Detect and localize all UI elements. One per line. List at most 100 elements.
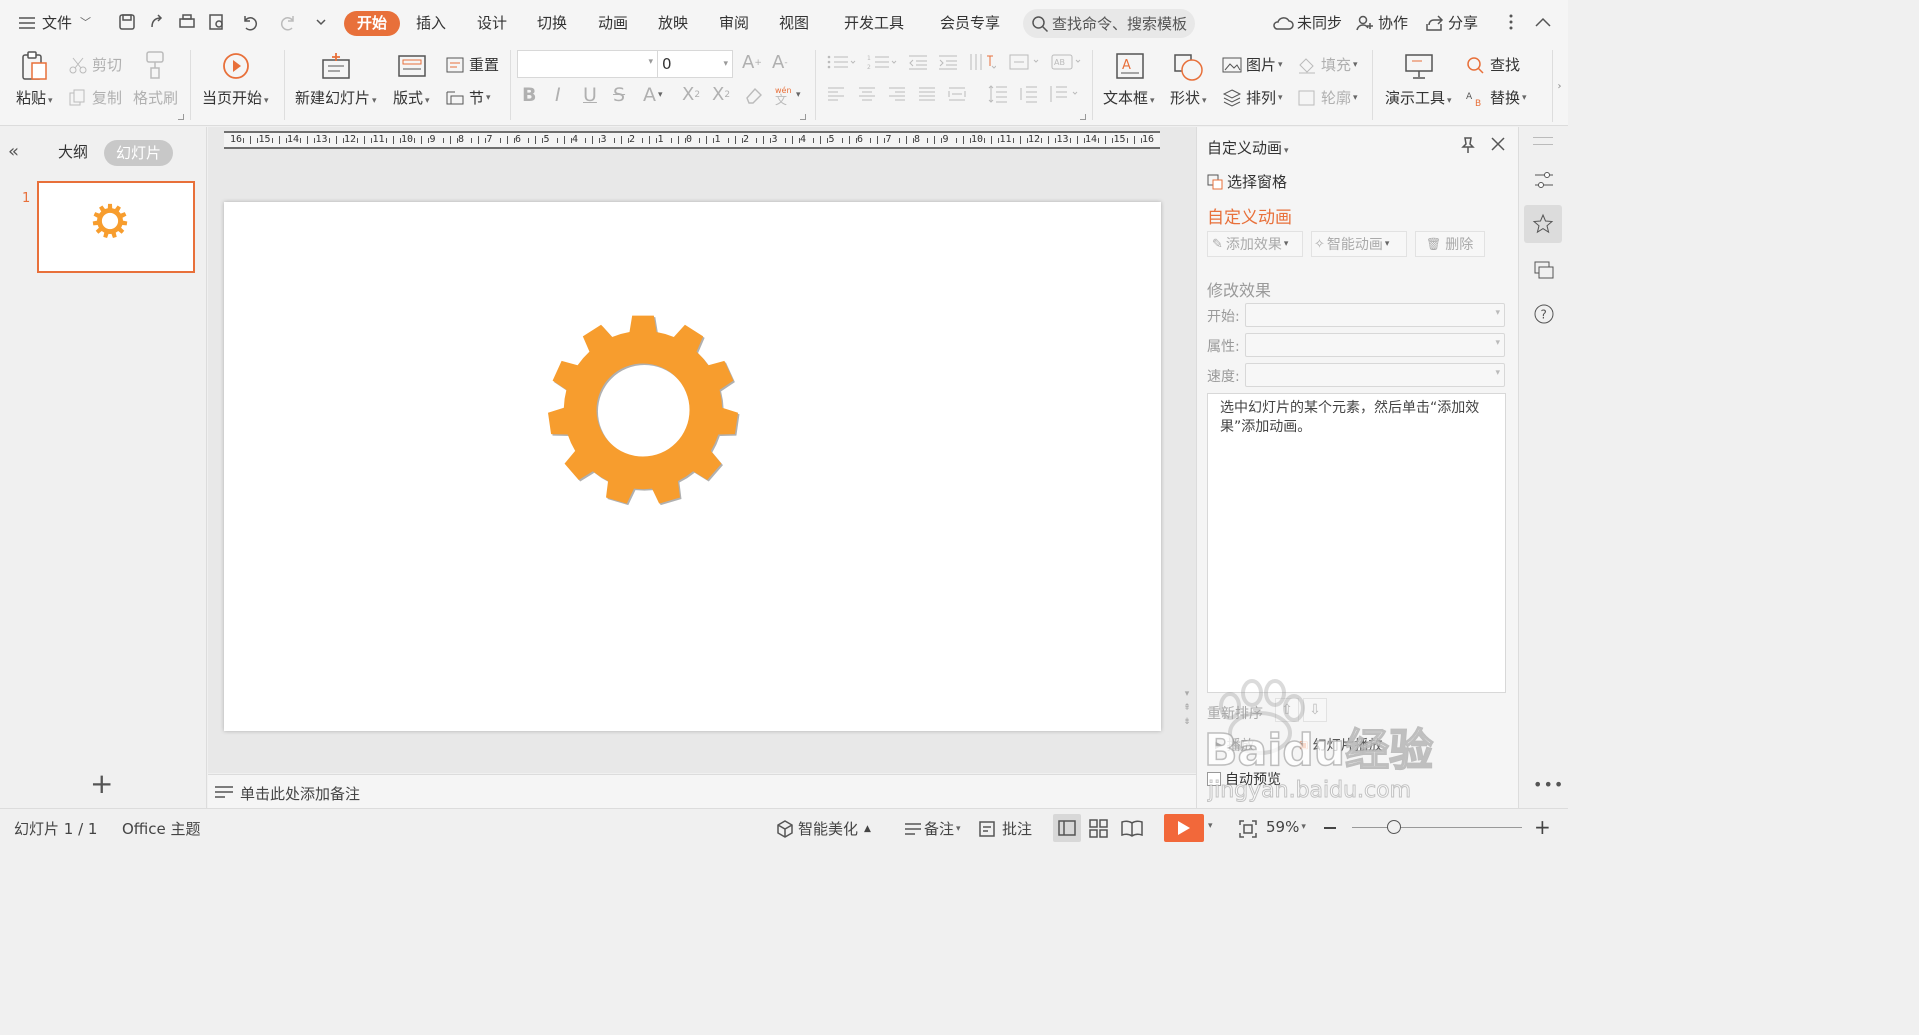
- format-painter-label[interactable]: 格式刷: [133, 87, 178, 108]
- clipboard-expand-icon[interactable]: [178, 114, 184, 120]
- align-right-icon[interactable]: [887, 86, 907, 102]
- slide-thumbnail[interactable]: [37, 181, 195, 273]
- format-painter-icon[interactable]: [143, 50, 169, 80]
- smart-beautify-button[interactable]: 智能美化 ▲: [776, 818, 871, 839]
- slide-sorter-icon[interactable]: [1089, 819, 1109, 843]
- convert-smartart-icon[interactable]: AB: [1050, 52, 1084, 72]
- text-direction-icon[interactable]: [968, 52, 996, 72]
- transitions-icon[interactable]: [1533, 259, 1555, 285]
- slideshow-play-button[interactable]: [1164, 814, 1204, 842]
- picture-button[interactable]: 图片 ▾: [1222, 54, 1283, 75]
- save-icon[interactable]: [116, 11, 138, 33]
- reset-button[interactable]: 重置: [445, 54, 499, 75]
- eraser-icon[interactable]: [744, 86, 764, 104]
- textbox-icon[interactable]: A: [1115, 52, 1145, 80]
- zoom-in-button[interactable]: +: [1534, 817, 1551, 837]
- slide-canvas[interactable]: [224, 202, 1161, 731]
- print-icon[interactable]: [176, 11, 198, 33]
- subscript-icon[interactable]: X2: [712, 84, 730, 105]
- outline-button[interactable]: 轮廓 ▾: [1297, 87, 1358, 108]
- font-expand-icon[interactable]: [800, 114, 806, 120]
- shape-icon[interactable]: [1172, 52, 1206, 82]
- panel-title[interactable]: 自定义动画 ▾: [1207, 137, 1289, 158]
- align-center-icon[interactable]: [857, 86, 877, 102]
- distribute-icon[interactable]: [947, 86, 967, 102]
- tab-transitions[interactable]: 切换: [537, 8, 567, 38]
- pin-icon[interactable]: [1459, 136, 1477, 158]
- start-from-current-button[interactable]: 当页开始 ▾: [202, 87, 269, 108]
- properties-icon[interactable]: [1533, 169, 1555, 195]
- normal-view-icon[interactable]: [1053, 814, 1081, 842]
- replace-button[interactable]: A B 替换 ▾: [1466, 87, 1527, 108]
- tab-member[interactable]: 会员专享: [940, 8, 1000, 38]
- play-circle-icon[interactable]: [222, 52, 250, 80]
- justify-icon[interactable]: [917, 86, 937, 102]
- line-spacing-icon[interactable]: [987, 84, 1009, 104]
- presentation-tools-button[interactable]: 演示工具 ▾: [1385, 87, 1452, 108]
- start-select[interactable]: ▾: [1245, 303, 1505, 327]
- sync-button[interactable]: 未同步: [1272, 8, 1342, 38]
- tab-slideshow[interactable]: 放映: [658, 8, 688, 38]
- smart-animation-button[interactable]: ✧ 智能动画 ▾: [1311, 231, 1407, 257]
- tab-view[interactable]: 视图: [779, 8, 809, 38]
- ribbon-scroll-right-icon[interactable]: ›: [1552, 50, 1566, 122]
- notes-toggle-button[interactable]: 备注 ▾: [904, 818, 961, 839]
- undo-icon[interactable]: [238, 11, 260, 33]
- bullets-icon[interactable]: [826, 54, 856, 70]
- collapse-panel-icon[interactable]: «: [8, 141, 19, 162]
- new-slide-icon[interactable]: [320, 52, 352, 80]
- arrange-button[interactable]: 排列 ▾: [1222, 87, 1283, 108]
- align-text-icon[interactable]: [1008, 52, 1042, 72]
- move-down-icon[interactable]: ⇩: [1303, 698, 1327, 722]
- move-up-icon[interactable]: ⇧: [1275, 698, 1299, 722]
- zoom-slider-handle[interactable]: [1387, 820, 1402, 834]
- font-name-select[interactable]: ▾: [517, 50, 658, 78]
- print-preview-icon[interactable]: [206, 11, 228, 33]
- fit-window-icon[interactable]: [1238, 819, 1258, 843]
- delete-button[interactable]: 🗑 删除: [1415, 231, 1485, 257]
- share-button[interactable]: 分享: [1425, 8, 1478, 38]
- find-button[interactable]: 查找: [1466, 54, 1520, 75]
- copy-button[interactable]: 复制: [68, 87, 122, 108]
- add-effect-button[interactable]: ✎ 添加效果 ▾: [1207, 231, 1303, 257]
- gear-icon[interactable]: [544, 311, 742, 509]
- zoom-select[interactable]: 59% ▾: [1266, 818, 1306, 836]
- tab-home[interactable]: 开始: [344, 11, 401, 36]
- numbering-icon[interactable]: 12: [867, 54, 897, 70]
- increase-font-icon[interactable]: A +: [742, 52, 762, 73]
- more-icon[interactable]: [1500, 11, 1522, 33]
- paragraph-expand-icon[interactable]: [1080, 114, 1086, 120]
- layout-icon[interactable]: [397, 52, 427, 80]
- redo-icon[interactable]: [278, 11, 300, 33]
- tab-design[interactable]: 设计: [477, 8, 507, 38]
- increase-indent-icon[interactable]: [937, 54, 959, 70]
- cut-button[interactable]: 剪切: [68, 54, 122, 75]
- zoom-slider[interactable]: [1352, 820, 1522, 834]
- export-icon[interactable]: [146, 11, 168, 33]
- customize-toolbar-icon[interactable]: [310, 11, 332, 33]
- phonetic-icon[interactable]: wén 文 ▾: [772, 84, 801, 106]
- fill-button[interactable]: 填充 ▾: [1297, 54, 1358, 75]
- new-slide-button[interactable]: 新建幻灯片 ▾: [295, 87, 377, 108]
- paragraph-spacing-icon[interactable]: [1017, 84, 1039, 104]
- speed-select[interactable]: ▾: [1245, 363, 1505, 387]
- slideshow-button[interactable]: ▣ 幻灯片播放: [1299, 735, 1382, 755]
- theme-name[interactable]: Office 主题: [122, 818, 201, 839]
- auto-preview-checkbox[interactable]: 自动预览: [1207, 769, 1281, 789]
- vertical-scrollbar[interactable]: ▾ ⇞ ⇟: [1180, 687, 1194, 757]
- superscript-icon[interactable]: X2: [682, 84, 700, 105]
- tab-animations[interactable]: 动画: [598, 8, 628, 38]
- tab-developer[interactable]: 开发工具: [844, 8, 904, 38]
- layout-button[interactable]: 版式 ▾: [393, 87, 430, 108]
- zoom-out-button[interactable]: [1324, 827, 1336, 829]
- strikethrough-icon[interactable]: S: [613, 84, 625, 106]
- more-icon[interactable]: •••: [1533, 775, 1564, 794]
- slideshow-options-icon[interactable]: ▾: [1208, 821, 1213, 831]
- drag-handle-icon[interactable]: [1533, 137, 1553, 145]
- decrease-indent-icon[interactable]: [907, 54, 929, 70]
- underline-icon[interactable]: U: [583, 84, 597, 106]
- search-box[interactable]: 查找命令、搜索模板: [1023, 9, 1195, 38]
- collapse-ribbon-icon[interactable]: [1532, 11, 1554, 33]
- paste-icon[interactable]: [18, 50, 50, 82]
- play-button[interactable]: ▶ 播放: [1215, 735, 1255, 755]
